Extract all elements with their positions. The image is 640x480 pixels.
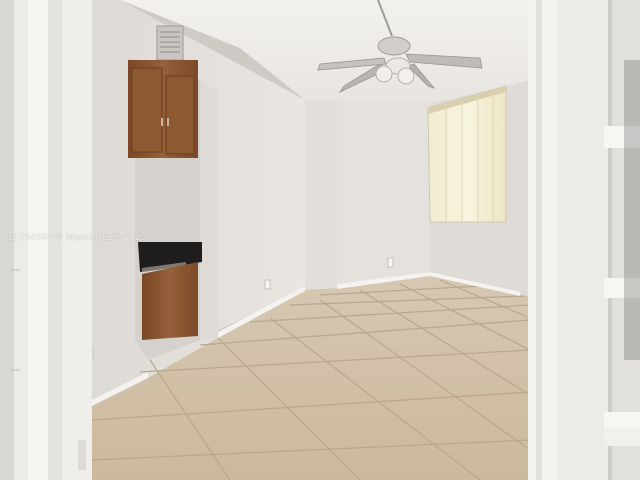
right-french-door (528, 0, 640, 480)
window-blinds (427, 85, 507, 223)
alcove-side-wall (200, 80, 218, 340)
ac-vent (156, 25, 184, 61)
base-cabinet (142, 262, 198, 340)
back-wall (337, 100, 430, 288)
upper-cabinets (128, 60, 198, 158)
outlet-back (387, 257, 394, 268)
mls-watermark: A11754502 © Miami MLS® 2025 (2, 233, 147, 243)
column (305, 100, 337, 290)
outlet-left (264, 279, 271, 290)
